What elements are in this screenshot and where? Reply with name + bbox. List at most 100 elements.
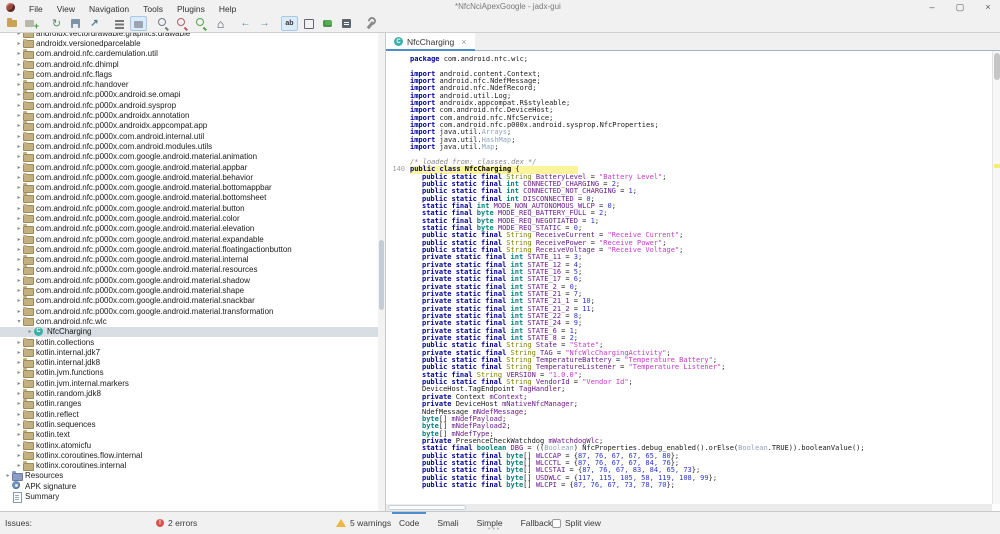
tree-item[interactable]: ▸com.android.nfc.p000x.androidx.annotati… (0, 110, 378, 120)
tree-item[interactable]: ▸kotlin.internal.jdk8 (0, 358, 378, 368)
reload-icon[interactable] (48, 16, 65, 31)
chevron-right-icon[interactable]: ▸ (15, 225, 23, 232)
maximize-button[interactable]: ▢ (954, 0, 966, 14)
preferences-icon[interactable] (363, 16, 380, 31)
chevron-right-icon[interactable]: ▸ (15, 153, 23, 160)
chevron-right-icon[interactable]: ▸ (15, 277, 23, 284)
chevron-right-icon[interactable]: ▸ (15, 61, 23, 68)
tree-item[interactable]: ▸com.android.nfc.p000x.com.google.androi… (0, 193, 378, 203)
tree-scrollbar-thumb[interactable] (379, 240, 384, 310)
chevron-right-icon[interactable]: ▸ (15, 91, 23, 98)
save-all-icon[interactable] (67, 16, 84, 31)
chevron-right-icon[interactable]: ▸ (15, 297, 23, 304)
chevron-right-icon[interactable]: ▸ (15, 266, 23, 273)
code-scrollbar-thumb[interactable] (994, 53, 1000, 80)
code-view[interactable]: package com.android.nfc.wlc;import andro… (386, 51, 1000, 511)
tree-item[interactable]: ▸kotlinx.coroutines.internal (0, 460, 378, 470)
tree-item[interactable]: ▸kotlin.jvm.functions (0, 368, 378, 378)
chevron-right-icon[interactable]: ▸ (15, 246, 23, 253)
chevron-right-icon[interactable]: ▸ (15, 256, 23, 263)
chevron-down-icon[interactable]: ▾ (15, 318, 23, 325)
tree-item[interactable]: ▸kotlin.text (0, 430, 378, 440)
collapse-icon[interactable] (111, 16, 128, 31)
search-class-icon[interactable] (174, 16, 191, 31)
export-icon[interactable] (86, 16, 103, 31)
log-viewer-icon[interactable] (338, 16, 355, 31)
inspector-icon[interactable] (300, 16, 317, 31)
menu-help[interactable]: Help (212, 4, 243, 14)
warnings-badge[interactable]: 5 warnings (336, 512, 391, 534)
tree-item[interactable]: ▸com.android.nfc.p000x.android.se.omapi (0, 90, 378, 100)
chevron-right-icon[interactable]: ▸ (15, 349, 23, 356)
code-horizontal-scrollbar[interactable] (386, 504, 992, 511)
tree-item[interactable]: ▸com.android.nfc.p000x.android.sysprop (0, 100, 378, 110)
tree-item[interactable]: ▸kotlin.reflect (0, 409, 378, 419)
search-usage-icon[interactable] (193, 16, 210, 31)
main-activity-icon[interactable] (212, 16, 229, 31)
tree-item[interactable]: ▸kotlinx.atomicfu (0, 440, 378, 450)
chevron-right-icon[interactable]: ▸ (15, 359, 23, 366)
tree-item[interactable]: ▸com.android.nfc.cardemulation.util (0, 49, 378, 59)
errors-badge[interactable]: 2 errors (156, 512, 197, 534)
tree-item[interactable]: ▸kotlin.jvm.internal.markers (0, 378, 378, 388)
tree-item[interactable]: ▸com.android.nfc.p000x.com.google.androi… (0, 162, 378, 172)
tree-item[interactable]: ▸androidx.versionedparcelable (0, 38, 378, 48)
chevron-right-icon[interactable]: ▸ (15, 194, 23, 201)
tree-item[interactable]: Summary (0, 491, 378, 501)
tree-item[interactable]: ▸kotlin.ranges (0, 399, 378, 409)
chevron-right-icon[interactable]: ▸ (15, 164, 23, 171)
chevron-right-icon[interactable]: ▸ (15, 81, 23, 88)
chevron-right-icon[interactable]: ▸ (15, 287, 23, 294)
chevron-right-icon[interactable]: ▸ (15, 339, 23, 346)
chevron-right-icon[interactable]: ▸ (15, 452, 23, 459)
menu-plugins[interactable]: Plugins (170, 4, 212, 14)
chevron-right-icon[interactable]: ▸ (15, 71, 23, 78)
tree-item[interactable]: ▸com.android.nfc.p000x.com.google.androi… (0, 152, 378, 162)
chevron-right-icon[interactable]: ▸ (15, 308, 23, 315)
code-hscrollbar-thumb[interactable] (388, 505, 466, 510)
chevron-right-icon[interactable]: ▸ (15, 143, 23, 150)
chevron-right-icon[interactable]: ▸ (15, 112, 23, 119)
tree-item[interactable]: ▸com.android.nfc.p000x.com.android.modul… (0, 141, 378, 151)
tree-item[interactable]: ▸kotlin.collections (0, 337, 378, 347)
tree-item[interactable]: ▸com.android.nfc.p000x.com.google.androi… (0, 203, 378, 213)
chevron-right-icon[interactable]: ▸ (15, 40, 23, 47)
open-file-icon[interactable] (4, 16, 21, 31)
nav-forward-icon[interactable] (256, 16, 273, 31)
chevron-right-icon[interactable]: ▸ (15, 133, 23, 140)
chevron-right-icon[interactable]: ▸ (15, 50, 23, 57)
chevron-right-icon[interactable]: ▸ (15, 411, 23, 418)
deobfuscation-icon[interactable] (281, 16, 298, 31)
tree-item[interactable]: ▸com.android.nfc.handover (0, 79, 378, 89)
menu-navigation[interactable]: Navigation (82, 4, 136, 14)
chevron-right-icon[interactable]: ▸ (15, 400, 23, 407)
tab-close-icon[interactable]: × (461, 37, 466, 47)
tree-item[interactable]: ▸kotlin.sequences (0, 419, 378, 429)
tree-item[interactable]: ▸com.android.nfc.flags (0, 69, 378, 79)
tab-code[interactable]: Code (390, 512, 428, 534)
chevron-right-icon[interactable]: ▸ (15, 122, 23, 129)
add-files-icon[interactable] (23, 16, 40, 31)
chevron-right-icon[interactable]: ▸ (15, 174, 23, 181)
tree-item[interactable]: ▸kotlin.random.jdk8 (0, 388, 378, 398)
tree-item[interactable]: ▸com.android.nfc.p000x.com.google.androi… (0, 275, 378, 285)
package-tree[interactable]: ▸androidx.vectordrawable.graphics.drawab… (0, 33, 378, 511)
tree-item[interactable]: ▸com.android.nfc.p000x.com.google.androi… (0, 182, 378, 192)
tree-item[interactable]: ▸com.android.nfc.p000x.com.google.androi… (0, 244, 378, 254)
chevron-right-icon[interactable]: ▸ (15, 462, 23, 469)
flatten-packages-icon[interactable] (130, 16, 147, 31)
chevron-right-icon[interactable]: ▸ (15, 421, 23, 428)
tree-item[interactable]: ▸com.android.nfc.p000x.com.android.inter… (0, 131, 378, 141)
tree-item[interactable]: ▸com.android.nfc.p000x.com.google.androi… (0, 224, 378, 234)
tree-item[interactable]: ▸com.android.nfc.p000x.com.google.androi… (0, 234, 378, 244)
tab-nfccharging[interactable]: NfcCharging × (386, 33, 475, 50)
chevron-right-icon[interactable]: ▸ (15, 442, 23, 449)
tree-item[interactable]: ▸com.android.nfc.p000x.com.google.androi… (0, 265, 378, 275)
minimize-button[interactable]: – (926, 0, 938, 14)
tree-item[interactable]: ▸kotlinx.coroutines.flow.internal (0, 450, 378, 460)
code-vertical-scrollbar[interactable] (992, 51, 1000, 504)
tree-item[interactable]: ▾com.android.nfc.wlc (0, 316, 378, 326)
chevron-right-icon[interactable]: ▸ (26, 328, 34, 335)
menu-tools[interactable]: Tools (136, 4, 170, 14)
menu-view[interactable]: View (50, 4, 82, 14)
